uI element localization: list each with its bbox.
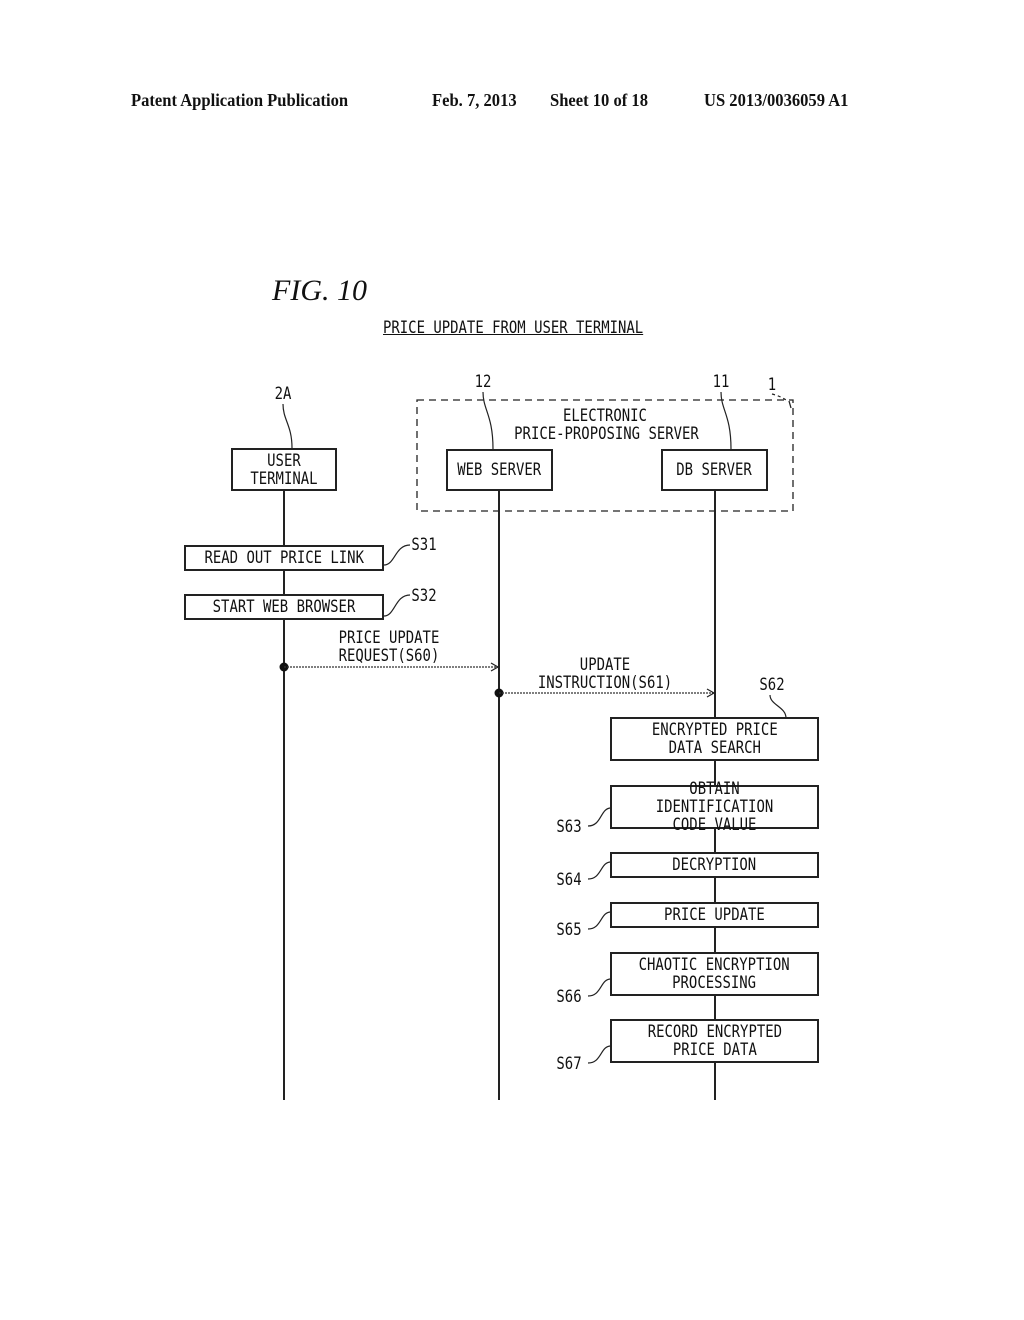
step-id-s63: S63 — [556, 817, 582, 837]
step-label-s64: DECRYPTION — [672, 855, 757, 875]
step-box-s67: RECORD ENCRYPTED PRICE DATA — [610, 1019, 819, 1063]
db-server-label: DB SERVER — [676, 460, 753, 480]
web-server-label: WEB SERVER — [457, 460, 542, 480]
step-label-s65: PRICE UPDATE — [664, 905, 765, 925]
step-id-s65: S65 — [556, 920, 582, 940]
ref-leader-S62 — [769, 694, 787, 719]
message-s61-line2: INSTRUCTION(S61) — [537, 673, 673, 693]
step-id-s62: S62 — [759, 675, 785, 695]
step-box-s62: ENCRYPTED PRICE DATA SEARCH — [610, 717, 819, 761]
step-label-s67: RECORD ENCRYPTED PRICE DATA — [647, 1022, 782, 1060]
step-id-s64: S64 — [556, 870, 582, 890]
step-box-s31: READ OUT PRICE LINK — [184, 545, 384, 571]
ref-web-server: 12 — [474, 372, 492, 392]
user-terminal-box: USER TERMINAL — [231, 448, 337, 491]
step-label-s32: START WEB BROWSER — [212, 597, 356, 617]
message-s60-line2: REQUEST(S60) — [338, 646, 440, 666]
step-box-s63: OBTAIN IDENTIFICATION CODE VALUE — [610, 780, 819, 834]
web-server-box: WEB SERVER — [446, 449, 553, 491]
message-s61-line1: UPDATE — [579, 655, 631, 675]
step-box-s66: CHAOTIC ENCRYPTION PROCESSING — [610, 952, 819, 996]
ref-leader-2A — [282, 403, 293, 449]
db-server-box: DB SERVER — [661, 449, 768, 491]
step-id-s66: S66 — [556, 987, 582, 1007]
step-box-s64: DECRYPTION — [610, 852, 819, 878]
step-label-s62: ENCRYPTED PRICE DATA SEARCH — [651, 720, 778, 758]
system-name-line2: PRICE-PROPOSING SERVER — [514, 424, 699, 444]
ref-user-terminal: 2A — [274, 384, 292, 404]
step-id-s32: S32 — [411, 586, 437, 606]
ref-db-server: 11 — [712, 372, 730, 392]
system-ref: 1 — [767, 375, 777, 395]
step-box-s32: START WEB BROWSER — [184, 594, 384, 620]
sequence-lines — [279, 391, 794, 1100]
system-name-line1: ELECTRONIC — [563, 406, 647, 426]
step-label-s31: READ OUT PRICE LINK — [204, 548, 364, 568]
step-id-s67: S67 — [556, 1054, 582, 1074]
step-id-s31: S31 — [411, 535, 437, 555]
message-s60-line1: PRICE UPDATE — [338, 628, 440, 648]
step-label-s66: CHAOTIC ENCRYPTION PROCESSING — [638, 955, 791, 993]
step-box-s65: PRICE UPDATE — [610, 902, 819, 928]
step-label-s63: OBTAIN IDENTIFICATION CODE VALUE — [655, 779, 774, 835]
user-terminal-label: USER TERMINAL — [250, 450, 318, 489]
